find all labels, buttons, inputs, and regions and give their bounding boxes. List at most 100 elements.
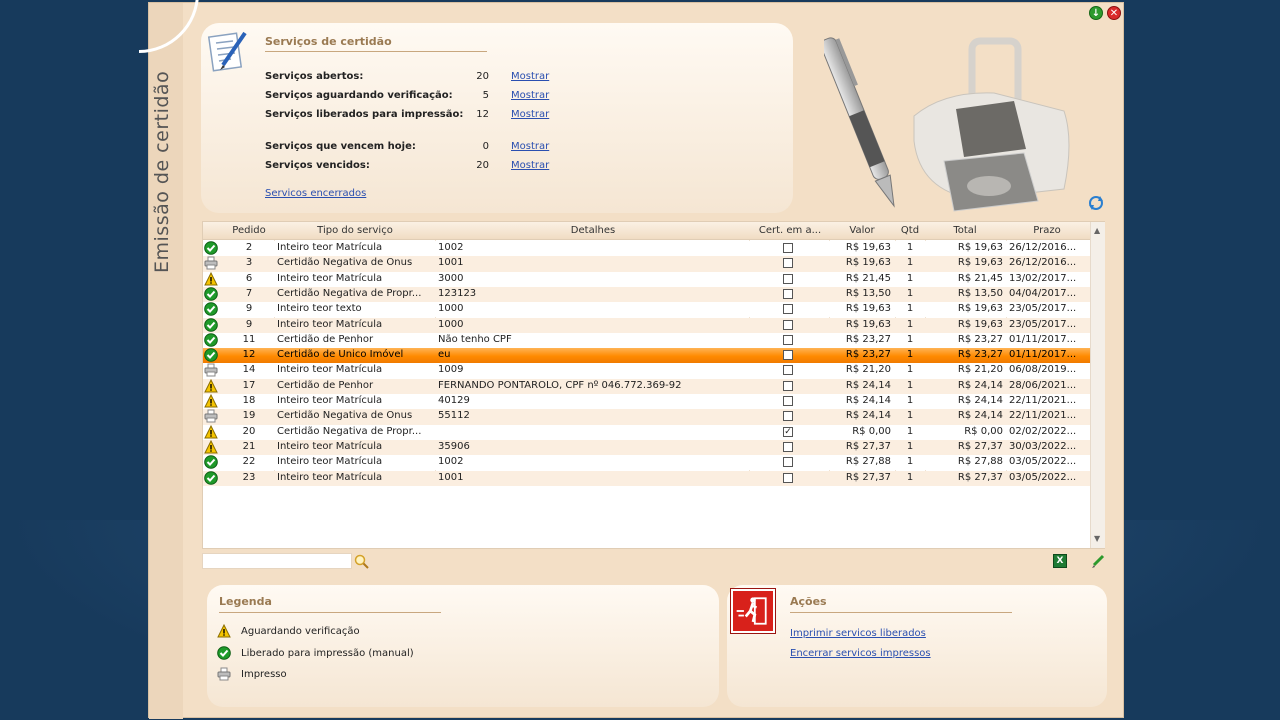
scroll-up-arrow-icon[interactable]: ▲	[1094, 226, 1100, 235]
corner-decoration	[139, 0, 199, 53]
column-header-detalhes[interactable]: Detalhes	[438, 225, 748, 236]
closed-services-link[interactable]: Servicos encerrados	[265, 188, 366, 199]
column-header-tipo[interactable]: Tipo do serviço	[277, 225, 433, 236]
table-row[interactable]: 9 Inteiro teor Matrícula 1000 R$ 19,63 1 R$ 1…	[203, 317, 1090, 333]
printer-icon	[217, 667, 231, 681]
cert-checkbox[interactable]	[783, 472, 793, 483]
total-cell: R$ 0,00	[964, 425, 1003, 437]
cert-checkbox-cell	[783, 380, 795, 391]
show-released-link[interactable]: Mostrar	[511, 109, 549, 120]
table-row[interactable]: 20 Certidão Negativa de Propr... R$ 0,00 1 R…	[203, 424, 1090, 440]
total-cell: R$ 19,63	[957, 242, 1003, 253]
tipo-cell: Inteiro teor Matrícula	[277, 318, 383, 330]
close-button[interactable]: ✕	[1107, 6, 1121, 20]
pedido-cell: 22	[242, 456, 256, 468]
tipo-cell: Inteiro teor Matrícula	[277, 395, 383, 406]
actions-title: Ações	[790, 595, 827, 608]
qtd-cell: 1	[906, 257, 914, 269]
cert-checkbox-cell	[783, 319, 795, 330]
cert-checkbox[interactable]	[783, 258, 793, 269]
prazo-cell: 22/11/2021...	[1009, 395, 1077, 406]
tipo-cell: Inteiro teor Matrícula	[277, 471, 383, 483]
stat-label: Serviços vencidos:	[265, 160, 370, 171]
services-table[interactable]: Pedido Tipo do serviço Detalhes Cert. em…	[202, 221, 1105, 549]
table-row[interactable]: 2 Inteiro teor Matrícula 1002 R$ 19,63 1 R$ 1…	[203, 241, 1090, 257]
refresh-icon[interactable]	[1088, 195, 1104, 211]
cert-checkbox[interactable]	[783, 396, 793, 406]
tipo-cell: Inteiro teor Matrícula	[277, 456, 383, 468]
table-row[interactable]: 9 Inteiro teor texto 1000 R$ 19,63 1 R$ 19,63…	[203, 302, 1090, 318]
cert-checkbox-cell	[783, 258, 795, 269]
qtd-cell: 1	[906, 272, 914, 284]
table-row[interactable]: 12 Certidão de Unico Imóvel eu R$ 23,27 1 R$ …	[203, 348, 1090, 364]
table-row[interactable]: 23 Inteiro teor Matrícula 1001 R$ 27,37 1 R$ …	[203, 470, 1090, 486]
table-row[interactable]: 22 Inteiro teor Matrícula 1002 R$ 27,88 1 R$ …	[203, 455, 1090, 471]
stat-value: 20	[476, 71, 489, 82]
table-scrollbar[interactable]: ▲ ▼	[1090, 222, 1105, 548]
cert-checkbox[interactable]	[783, 441, 793, 452]
table-row[interactable]: 6 Inteiro teor Matrícula 3000 R$ 21,45 1 R$ 2…	[203, 271, 1090, 287]
minimize-button[interactable]: ↓	[1089, 6, 1103, 20]
cert-checkbox[interactable]	[783, 457, 793, 468]
scroll-down-arrow-icon[interactable]: ▼	[1094, 534, 1100, 543]
table-row[interactable]: 21 Inteiro teor Matrícula 35906 R$ 27,37 1 R$…	[203, 439, 1090, 456]
cert-checkbox-cell: ✓	[783, 426, 795, 437]
column-header-cert[interactable]: Cert. em a...	[751, 225, 829, 236]
column-header-prazo[interactable]: Prazo	[1005, 225, 1089, 236]
cert-checkbox[interactable]	[783, 288, 793, 299]
table-row[interactable]: 18 Inteiro teor Matrícula 40129 R$ 24,14 1 R$…	[203, 394, 1090, 410]
cert-checkbox-cell	[783, 304, 795, 315]
cert-checkbox[interactable]	[783, 304, 793, 315]
column-header-total[interactable]: Total	[925, 225, 1005, 236]
title-underline	[265, 51, 487, 52]
search-icon[interactable]	[354, 554, 370, 570]
show-overdue-link[interactable]: Mostrar	[511, 160, 549, 171]
qtd-cell: 1	[906, 287, 914, 299]
show-awaiting-link[interactable]: Mostrar	[511, 90, 549, 101]
valor-cell: R$ 13,50	[845, 287, 891, 299]
cert-checkbox[interactable]	[783, 273, 793, 284]
table-row[interactable]: 19 Certidão Negativa de Ônus 55112 R$ 24,14…	[203, 409, 1090, 425]
qtd-cell: 1	[906, 349, 914, 361]
total-cell: R$ 24,14	[957, 379, 1003, 391]
total-cell: R$ 24,14	[957, 395, 1003, 406]
pedido-cell: 14	[242, 364, 256, 376]
stat-value: 0	[482, 141, 489, 152]
edit-pencil-icon[interactable]	[1090, 553, 1106, 569]
total-cell: R$ 19,63	[957, 318, 1003, 330]
column-header-pedido[interactable]: Pedido	[225, 225, 273, 236]
cert-checkbox-cell	[783, 365, 795, 376]
cert-checkbox[interactable]	[783, 380, 793, 391]
cert-checkbox[interactable]	[783, 365, 793, 376]
table-row[interactable]: 11 Certidão de Penhor Não tenho CPF R$ 23,2…	[203, 332, 1090, 349]
title-underline	[219, 612, 441, 613]
show-due-today-link[interactable]: Mostrar	[511, 141, 549, 152]
detalhes-cell: 40129	[438, 395, 470, 406]
prazo-cell: 28/06/2021...	[1009, 379, 1077, 391]
close-printed-link[interactable]: Encerrar servicos impressos	[790, 648, 931, 659]
cert-checkbox[interactable]	[783, 350, 793, 361]
detalhes-cell: 3000	[438, 272, 464, 284]
table-row[interactable]: 7 Certidão Negativa de Propr... 123123 R$ 1…	[203, 286, 1090, 303]
show-open-link[interactable]: Mostrar	[511, 71, 549, 82]
excel-export-icon[interactable]: X	[1053, 554, 1067, 568]
prazo-cell: 23/05/2017...	[1009, 318, 1077, 330]
search-input[interactable]	[202, 553, 352, 569]
column-header-qtd[interactable]: Qtd	[895, 225, 925, 236]
cert-checkbox-cell	[783, 288, 795, 299]
table-row[interactable]: 17 Certidão de Penhor FERNANDO PONTAROLO, …	[203, 378, 1090, 394]
cert-checkbox[interactable]	[783, 319, 793, 330]
prazo-cell: 06/08/2019...	[1009, 364, 1077, 376]
cert-checkbox[interactable]	[783, 334, 793, 345]
column-header-valor[interactable]: Valor	[829, 225, 895, 236]
vertical-title: Emissão de certidão	[151, 70, 173, 273]
warning-icon	[217, 624, 231, 638]
print-released-link[interactable]: Imprimir servicos liberados	[790, 628, 926, 639]
table-row[interactable]: 3 Certidão Negativa de Ônus 1001 R$ 19,63 1 R…	[203, 256, 1090, 272]
cert-checkbox[interactable]: ✓	[783, 426, 793, 437]
table-row[interactable]: 14 Inteiro teor Matrícula 1009 R$ 21,20 1 R$ …	[203, 363, 1090, 379]
valor-cell: R$ 23,27	[845, 333, 891, 345]
valor-cell: R$ 23,27	[845, 349, 891, 361]
cert-checkbox[interactable]	[783, 411, 793, 422]
cert-checkbox[interactable]	[783, 243, 793, 253]
